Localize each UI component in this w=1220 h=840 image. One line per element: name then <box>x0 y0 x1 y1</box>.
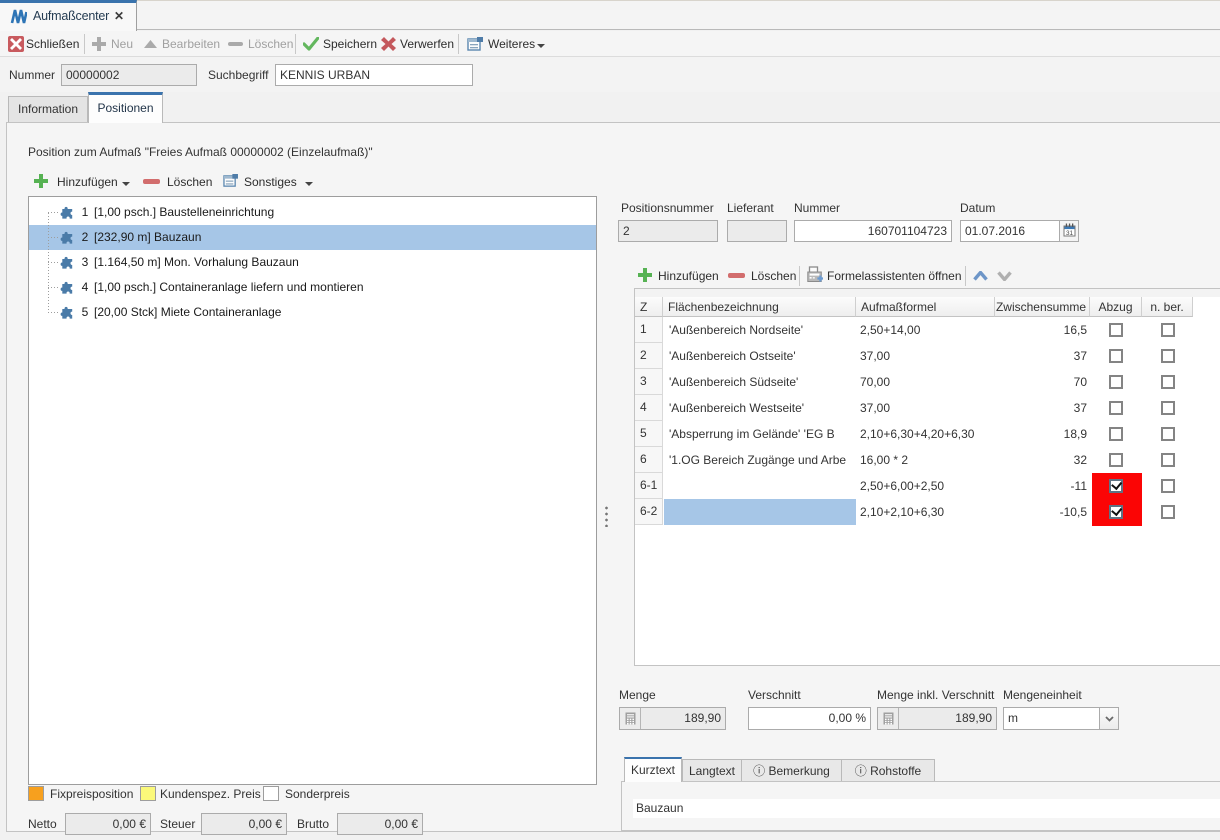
svg-text:31: 31 <box>1066 230 1074 237</box>
